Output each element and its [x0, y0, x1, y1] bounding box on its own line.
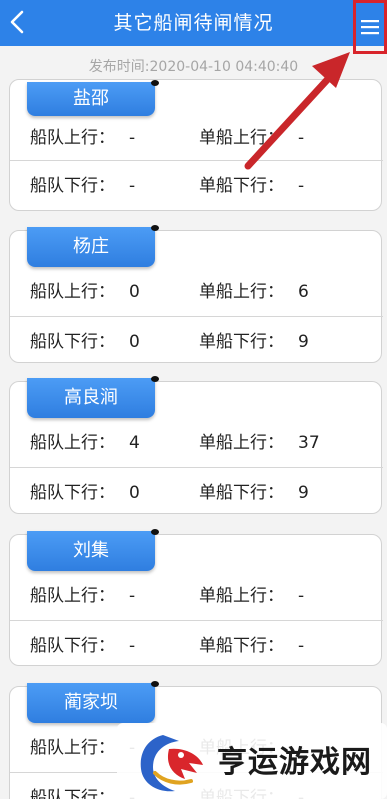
- single-up-label: 单船上行：: [199, 282, 284, 302]
- lock-card: 刘集 船队上行： - 单船上行： - 船队下行： - 单船下行： -: [9, 529, 383, 666]
- fleet-down-value: 0: [129, 332, 140, 352]
- single-down-label: 单船下行：: [199, 636, 284, 656]
- lock-name-tag: 刘集: [27, 529, 159, 571]
- lock-name-tag: 盐邵: [27, 80, 159, 116]
- upstream-row: 船队上行： 4 单船上行： 37: [10, 418, 383, 468]
- single-up-value: 6: [298, 282, 309, 302]
- single-up-label: 单船上行：: [199, 433, 284, 453]
- single-down-cell: 单船下行：-: [199, 161, 304, 211]
- dragon-logo: [140, 735, 203, 792]
- single-up-cell: 单船上行： 37: [199, 418, 320, 468]
- fleet-up-label: 船队上行：: [30, 282, 115, 302]
- lock-name-tag: 杨庄: [27, 225, 159, 267]
- downstream-row: 船队下行：- 单船下行：-: [10, 160, 383, 210]
- single-down-cell: 单船下行：-: [199, 621, 304, 671]
- fleet-down-value: -: [129, 636, 136, 656]
- fleet-up-value: -: [129, 586, 136, 606]
- single-up-value: 37: [298, 433, 320, 453]
- single-down-label: 单船下行：: [199, 176, 284, 196]
- single-up-value: -: [298, 586, 305, 606]
- downstream-row: 船队下行： 0 单船下行： 9: [10, 467, 383, 517]
- single-up-cell: 单船上行：-: [199, 571, 304, 621]
- single-down-cell: 单船下行： 9: [199, 317, 309, 367]
- fleet-up-value: -: [129, 128, 136, 148]
- fleet-up-label: 船队上行：: [30, 586, 115, 606]
- downstream-row: 船队下行： 0 单船下行： 9: [10, 316, 383, 366]
- lock-card: 高良涧 船队上行： 4 单船上行： 37 船队下行： 0 单船下行： 9: [9, 376, 383, 517]
- lock-name-tag: 高良涧: [27, 376, 159, 418]
- fleet-up-label: 船队上行：: [30, 738, 115, 758]
- fleet-up-value: 0: [129, 282, 140, 302]
- fleet-down-cell: 船队下行：-: [30, 621, 135, 671]
- fleet-down-label: 船队下行：: [30, 483, 115, 503]
- lock-card: 盐邵 船队上行： - 单船上行： - 船队下行： - 单船下行： -: [9, 79, 383, 211]
- lock-list: 盐邵 船队上行： - 单船上行： - 船队下行： - 单船下行： - 杨庄 船队上行： 0…: [0, 0, 387, 799]
- fleet-up-cell: 船队上行：-: [30, 113, 135, 163]
- fleet-up-value: 4: [129, 433, 140, 453]
- single-up-label: 单船上行：: [199, 586, 284, 606]
- fleet-down-value: 0: [129, 483, 140, 503]
- fleet-up-cell: 船队上行：-: [30, 571, 135, 621]
- single-down-label: 单船下行：: [199, 332, 284, 352]
- single-down-value: 9: [298, 332, 309, 352]
- single-down-label: 单船下行：: [199, 483, 284, 503]
- fleet-down-label: 船队下行：: [30, 636, 115, 656]
- fleet-up-label: 船队上行：: [30, 433, 115, 453]
- single-up-value: -: [298, 128, 305, 148]
- single-down-value: -: [298, 176, 305, 196]
- single-up-cell: 单船上行：-: [199, 113, 304, 163]
- watermark: 亨运游戏网: [117, 723, 387, 799]
- fleet-down-label: 船队下行：: [30, 788, 115, 799]
- single-down-value: -: [298, 636, 305, 656]
- single-down-cell: 单船下行： 9: [199, 468, 309, 518]
- downstream-row: 船队下行：- 单船下行：-: [10, 620, 383, 670]
- fleet-up-cell: 船队上行： 4: [30, 418, 140, 468]
- fleet-down-cell: 船队下行：-: [30, 161, 135, 211]
- watermark-text: 亨运游戏网: [217, 745, 372, 780]
- lock-name-tag: 蔺家坝: [27, 681, 159, 723]
- upstream-row: 船队上行：- 单船上行：-: [10, 113, 383, 163]
- fleet-down-cell: 船队下行： 0: [30, 468, 140, 518]
- fleet-up-label: 船队上行：: [30, 128, 115, 148]
- lock-card: 杨庄 船队上行： 0 单船上行： 6 船队下行： 0 单船下行： 9: [9, 225, 383, 366]
- fleet-down-label: 船队下行：: [30, 332, 115, 352]
- fleet-down-label: 船队下行：: [30, 176, 115, 196]
- single-up-label: 单船上行：: [199, 128, 284, 148]
- upstream-row: 船队上行： 0 单船上行： 6: [10, 267, 383, 317]
- upstream-row: 船队上行：- 单船上行：-: [10, 571, 383, 621]
- single-down-value: 9: [298, 483, 309, 503]
- fleet-up-cell: 船队上行： 0: [30, 267, 140, 317]
- fleet-down-value: -: [129, 176, 136, 196]
- single-up-cell: 单船上行： 6: [199, 267, 309, 317]
- fleet-down-cell: 船队下行： 0: [30, 317, 140, 367]
